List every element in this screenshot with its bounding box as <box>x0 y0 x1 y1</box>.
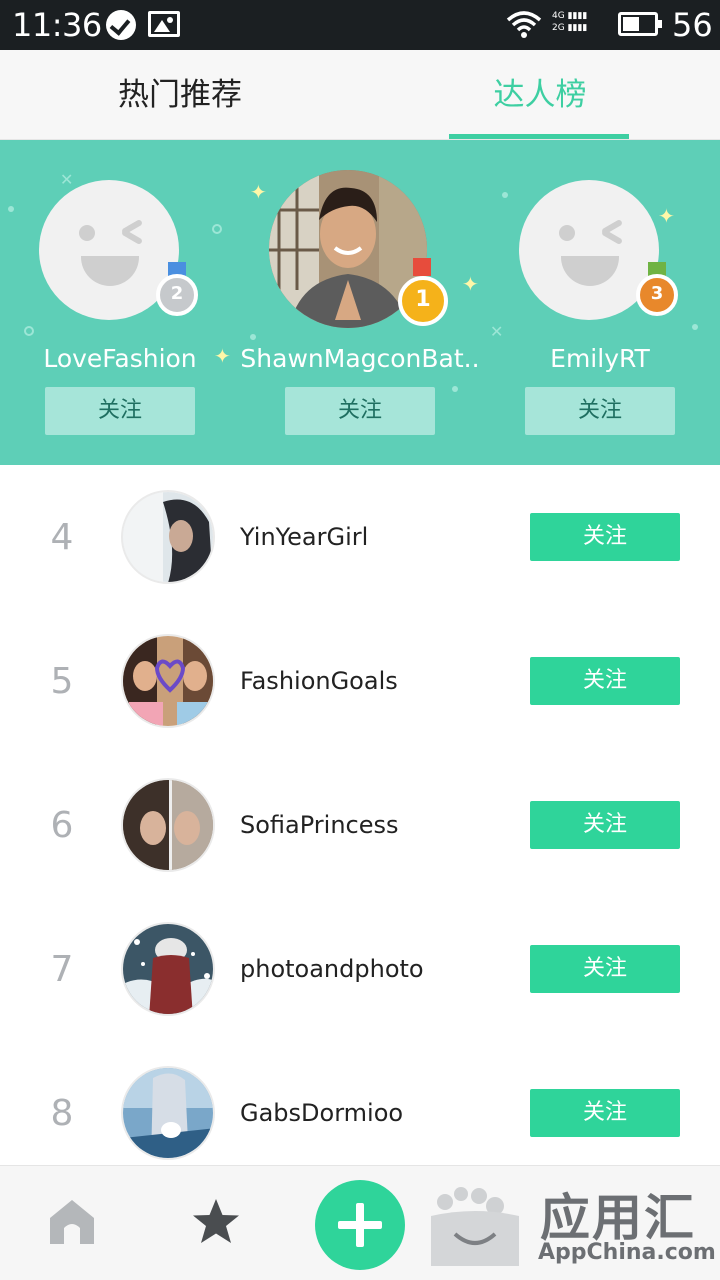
wifi-icon <box>506 11 542 38</box>
avatar-photo <box>123 636 213 726</box>
podium-name-rank-1[interactable]: ShawnMagconBat.. <box>240 344 480 373</box>
active-tab-indicator <box>449 134 629 139</box>
decor-dot <box>452 386 458 392</box>
rank-number: 5 <box>50 661 74 702</box>
decor-x: ✕ <box>490 322 504 341</box>
decor-ring <box>212 224 222 234</box>
decor-dot <box>8 206 14 212</box>
podium-name-rank-3[interactable]: EmilyRT <box>480 344 720 373</box>
medal-ribbon <box>413 258 431 276</box>
cell-signal-icon: 4G ▮▮▮▮ 2G ▮▮▮▮ <box>552 11 588 33</box>
battery-icon <box>618 12 662 36</box>
top-three-podium: ✕ ✦ ✦ ✦ ✦ ✕ 2 LoveFashion 关注 1 ShawnMagc… <box>0 140 720 465</box>
sparkle-icon: ✦ <box>250 180 267 204</box>
face-eye <box>120 228 144 246</box>
rank-number: 6 <box>50 805 74 846</box>
follow-button-rank-1[interactable]: 关注 <box>285 387 435 435</box>
decor-dot <box>502 192 508 198</box>
list-item[interactable]: 6 SofiaPrincess 关注 <box>0 753 720 897</box>
face-eye <box>600 228 624 246</box>
medal-silver-icon: 2 <box>156 274 198 316</box>
star-icon[interactable] <box>190 1196 242 1248</box>
status-time: 11:36 <box>12 6 102 44</box>
sparkle-icon: ✦ <box>462 272 479 296</box>
image-icon <box>148 11 180 37</box>
medal-gold-icon: 1 <box>398 276 448 326</box>
avatar[interactable] <box>121 778 215 872</box>
list-item[interactable]: 5 FashionGoals 关注 <box>0 609 720 753</box>
avatar[interactable] <box>121 490 215 584</box>
follow-button[interactable]: 关注 <box>530 657 680 705</box>
rank-number: 8 <box>50 1093 74 1134</box>
user-name[interactable]: SofiaPrincess <box>240 811 399 839</box>
decor-x: ✕ <box>60 170 74 189</box>
appchina-watermark: 应用汇 AppChina.com <box>530 1170 720 1280</box>
avatar[interactable] <box>121 922 215 1016</box>
profile-icon[interactable] <box>425 1186 525 1266</box>
tab-talent-ranking[interactable]: 达人榜 <box>360 50 720 140</box>
network-2g: 2G <box>552 23 565 33</box>
user-name[interactable]: YinYearGirl <box>240 523 368 551</box>
avatar[interactable] <box>121 1066 215 1160</box>
avatar-photo <box>123 492 213 582</box>
rank-number: 4 <box>50 517 74 558</box>
check-circle-icon <box>106 10 136 40</box>
follow-button[interactable]: 关注 <box>530 1089 680 1137</box>
follow-button[interactable]: 关注 <box>530 801 680 849</box>
status-bar: 11:36 4G ▮▮▮▮ 2G ▮▮▮▮ 56 <box>0 0 720 50</box>
user-name[interactable]: FashionGoals <box>240 667 398 695</box>
rank-number: 7 <box>50 949 74 990</box>
ranking-list: 4 YinYearGirl 关注 5 FashionGoals 关注 6 Sof… <box>0 465 720 1165</box>
decor-ring <box>24 326 34 336</box>
user-name[interactable]: GabsDormioo <box>240 1099 403 1127</box>
face-mouth <box>561 256 619 286</box>
sparkle-icon: ✦ <box>658 204 675 228</box>
face-mouth <box>81 256 139 286</box>
follow-button[interactable]: 关注 <box>530 513 680 561</box>
add-button[interactable] <box>315 1180 405 1270</box>
avatar-photo <box>123 1068 213 1158</box>
follow-button-rank-2[interactable]: 关注 <box>45 387 195 435</box>
battery-level: 56 <box>672 6 713 44</box>
follow-button-rank-3[interactable]: 关注 <box>525 387 675 435</box>
user-name[interactable]: photoandphoto <box>240 955 424 983</box>
decor-dot <box>250 334 256 340</box>
podium-name-rank-2[interactable]: LoveFashion <box>0 344 240 373</box>
follow-button[interactable]: 关注 <box>530 945 680 993</box>
face-eye <box>79 225 95 241</box>
tab-hot-recommend[interactable]: 热门推荐 <box>0 50 360 140</box>
network-4g: 4G <box>552 11 565 21</box>
avatar-photo <box>123 924 213 1014</box>
avatar-photo <box>123 780 213 870</box>
medal-bronze-icon: 3 <box>636 274 678 316</box>
face-eye <box>559 225 575 241</box>
list-item[interactable]: 8 GabsDormioo 关注 <box>0 1041 720 1165</box>
home-icon[interactable] <box>46 1196 98 1248</box>
avatar[interactable] <box>121 634 215 728</box>
watermark-sub: AppChina.com <box>538 1240 716 1265</box>
list-item[interactable]: 7 photoandphoto 关注 <box>0 897 720 1041</box>
decor-dot <box>692 324 698 330</box>
tab-bar: 热门推荐 达人榜 <box>0 50 720 140</box>
list-item[interactable]: 4 YinYearGirl 关注 <box>0 465 720 609</box>
